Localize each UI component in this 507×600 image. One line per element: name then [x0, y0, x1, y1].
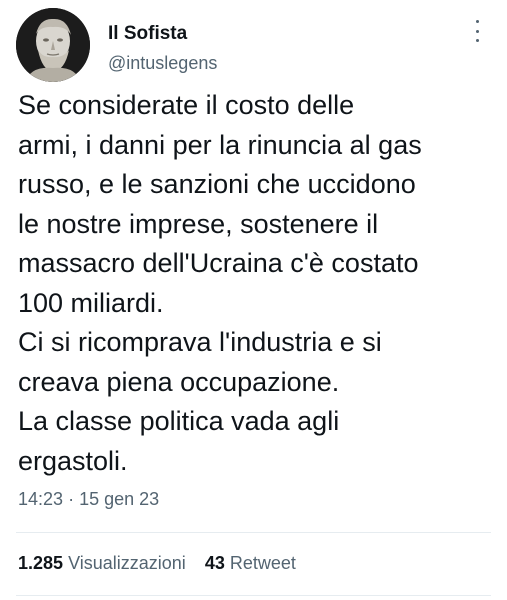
divider: [16, 532, 491, 533]
views-stat[interactable]: 1.285 Visualizzazioni: [18, 553, 191, 573]
tweet-text: Se considerate il costo delle armi, i da…: [18, 90, 422, 476]
tweet-timestamp[interactable]: 14:23 · 15 gen 23: [18, 489, 159, 510]
retweets-stat[interactable]: 43 Retweet: [205, 553, 296, 573]
tweet-time: 14:23: [18, 489, 64, 509]
views-count: 1.285: [18, 553, 64, 573]
timestamp-separator: ·: [68, 489, 75, 509]
bust-statue-icon: [16, 8, 90, 82]
retweets-count: 43: [204, 553, 225, 573]
tweet-stats: 1.285 Visualizzazioni 43 Retweet: [18, 553, 310, 574]
retweets-label: Retweet: [229, 553, 296, 573]
tweet-date: 15 gen 23: [79, 489, 160, 509]
avatar[interactable]: [16, 8, 90, 82]
author-name[interactable]: Il Sofista: [108, 23, 187, 45]
divider: [16, 595, 491, 596]
views-label: Visualizzazioni: [68, 553, 186, 573]
more-options-icon[interactable]: [467, 20, 487, 42]
author-handle[interactable]: @intuslegens: [108, 53, 217, 74]
tweet-header: Il Sofista @intuslegens: [16, 6, 491, 82]
